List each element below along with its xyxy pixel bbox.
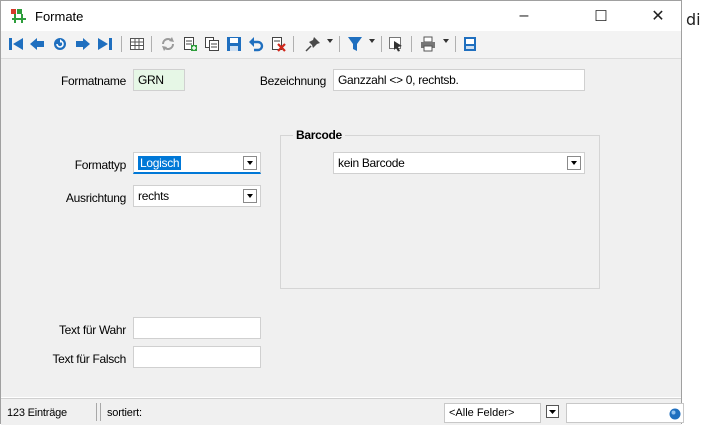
wahr-label: Text für Wahr bbox=[58, 323, 126, 337]
falsch-field[interactable] bbox=[133, 346, 261, 368]
toolbar-separator bbox=[339, 36, 340, 52]
maximize-button[interactable]: ☐ bbox=[578, 1, 624, 31]
filter-dropdown-icon[interactable] bbox=[369, 39, 375, 43]
chevron-down-icon[interactable] bbox=[546, 405, 559, 418]
table-view-icon[interactable] bbox=[128, 35, 146, 53]
ausrichtung-value: rechts bbox=[138, 189, 169, 203]
wahr-field[interactable] bbox=[133, 317, 261, 339]
close-button[interactable]: ✕ bbox=[635, 1, 681, 31]
sorted-label: sortiert: bbox=[107, 407, 142, 419]
chevron-down-icon[interactable] bbox=[567, 156, 581, 170]
toolbar-separator bbox=[455, 36, 456, 52]
barcode-select[interactable]: kein Barcode bbox=[333, 152, 585, 174]
next-record-icon[interactable] bbox=[74, 35, 92, 53]
title-bar: Formate – ☐ ✕ bbox=[1, 1, 681, 31]
save-icon[interactable] bbox=[225, 35, 243, 53]
formatname-label: Formatname bbox=[60, 74, 126, 88]
search-input[interactable] bbox=[566, 403, 684, 423]
status-separator bbox=[96, 403, 97, 421]
cursor-icon[interactable] bbox=[387, 35, 405, 53]
ausrichtung-label: Ausrichtung bbox=[65, 191, 126, 205]
toolbar-separator bbox=[381, 36, 382, 52]
undo-icon[interactable] bbox=[247, 35, 265, 53]
form-area bbox=[1, 59, 681, 397]
chevron-down-icon[interactable] bbox=[243, 156, 257, 170]
toolbar-separator bbox=[121, 36, 122, 52]
delete-icon[interactable] bbox=[269, 35, 287, 53]
minimize-button[interactable]: – bbox=[501, 1, 547, 31]
chevron-down-icon[interactable] bbox=[243, 189, 257, 203]
first-record-icon[interactable] bbox=[7, 35, 25, 53]
falsch-label: Text für Falsch bbox=[52, 352, 126, 366]
formattyp-select[interactable]: Logisch bbox=[133, 152, 261, 174]
new-record-icon[interactable] bbox=[181, 35, 199, 53]
print-dropdown-icon[interactable] bbox=[443, 39, 449, 43]
ausrichtung-select[interactable]: rechts bbox=[133, 185, 261, 207]
pin-icon[interactable] bbox=[304, 35, 322, 53]
pin-dropdown-icon[interactable] bbox=[327, 39, 333, 43]
refresh-icon[interactable] bbox=[51, 35, 69, 53]
toolbar-separator bbox=[293, 36, 294, 52]
last-record-icon[interactable] bbox=[96, 35, 114, 53]
field-filter-select[interactable]: <Alle Felder> bbox=[444, 403, 541, 423]
bezeichnung-field[interactable]: Ganzzahl <> 0, rechtsb. bbox=[333, 69, 585, 91]
toolbar-separator bbox=[151, 36, 152, 52]
copy-record-icon[interactable] bbox=[203, 35, 221, 53]
formatname-field[interactable]: GRN bbox=[133, 69, 185, 91]
search-icon[interactable] bbox=[669, 408, 681, 423]
reload-icon[interactable] bbox=[159, 35, 177, 53]
barcode-group-title: Barcode bbox=[293, 128, 345, 142]
bezeichnung-label: Bezeichnung bbox=[259, 74, 326, 88]
toolbar bbox=[1, 31, 681, 59]
record-count: 123 Einträge bbox=[7, 407, 67, 419]
layout-icon[interactable] bbox=[461, 35, 479, 53]
background-text: di bbox=[686, 10, 701, 29]
field-filter-value: <Alle Felder> bbox=[449, 407, 515, 419]
filter-icon[interactable] bbox=[346, 35, 364, 53]
status-bar: 123 Einträge sortiert: <Alle Felder> bbox=[1, 398, 684, 425]
previous-record-icon[interactable] bbox=[28, 35, 46, 53]
app-icon bbox=[10, 8, 28, 24]
print-icon[interactable] bbox=[419, 35, 437, 53]
formattyp-value: Logisch bbox=[138, 156, 182, 170]
status-separator bbox=[100, 403, 101, 421]
toolbar-separator bbox=[411, 36, 412, 52]
formattyp-label: Formattyp bbox=[74, 158, 127, 172]
window-title: Formate bbox=[35, 9, 84, 24]
formate-window: Formate – ☐ ✕ Formatname GRN Bezeichnung… bbox=[0, 0, 684, 425]
barcode-value: kein Barcode bbox=[338, 156, 405, 170]
